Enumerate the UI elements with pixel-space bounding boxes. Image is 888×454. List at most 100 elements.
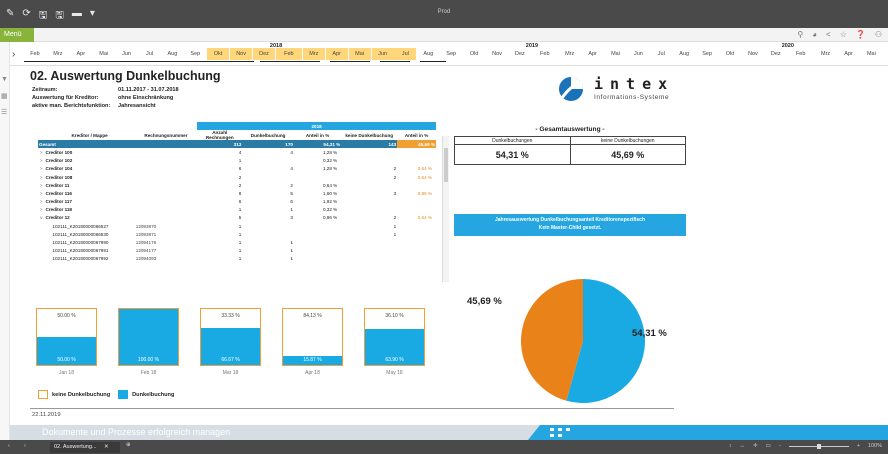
timeline-month[interactable]: Feb <box>788 48 814 60</box>
col-creditor[interactable]: Kreditor / Mappe <box>44 130 134 140</box>
timeline-month[interactable]: Apr <box>582 48 604 60</box>
fit-height-icon[interactable]: ↕ <box>729 443 732 449</box>
col-count[interactable]: Anzahl Rechnungen <box>197 130 242 140</box>
timeline-month[interactable]: Okt <box>207 48 230 60</box>
timeline-month[interactable]: Apr <box>838 48 860 60</box>
help-icon[interactable]: ❓ <box>856 30 866 39</box>
zoom-level[interactable]: 100% <box>868 443 882 449</box>
page-icon[interactable]: ▭ <box>766 443 771 449</box>
col-invoice-number[interactable]: Rechnungsnummer <box>135 130 197 140</box>
nav-right-icon[interactable]: › <box>24 443 26 449</box>
timeline-slicer[interactable]: › Feb Mrz Apr Mai Jun Jul Aug Sep Okt Nov Dez Feb Mr… <box>10 42 888 66</box>
menu-button[interactable]: Menü <box>0 28 34 42</box>
timeline-month[interactable]: Mrz <box>47 48 69 60</box>
timeline-month[interactable]: Sep <box>440 48 462 60</box>
star-icon[interactable]: ☆ <box>840 30 847 39</box>
scroll-thumb[interactable] <box>444 148 448 182</box>
timeline-month[interactable]: Sep <box>184 48 206 60</box>
timeline-month[interactable]: Jun <box>627 48 649 60</box>
timeline-year[interactable]: 2019 <box>526 43 538 49</box>
timeline-month[interactable]: Apr <box>70 48 92 60</box>
timeline-month[interactable]: Feb <box>275 48 302 60</box>
timeline-month[interactable]: Aug <box>673 48 695 60</box>
timeline-month[interactable]: Dez <box>253 48 275 60</box>
zoom-in-button[interactable]: + <box>857 443 860 449</box>
timeline-month[interactable]: Feb <box>24 48 46 60</box>
col-share-dark[interactable]: Anteil in % <box>294 130 341 140</box>
table-cell <box>397 148 436 156</box>
table-row[interactable]: > Creditor 117 6 6 1,92 % <box>38 198 436 206</box>
filter-icon[interactable]: ▼ <box>1 76 8 83</box>
table-scrollbar[interactable] <box>442 136 449 282</box>
timeline-month[interactable]: Mai <box>605 48 627 60</box>
timeline-month[interactable]: Sep <box>696 48 718 60</box>
user-icon[interactable]: ◕ <box>812 30 817 39</box>
timeline-month[interactable]: Mrz <box>559 48 581 60</box>
table-row[interactable]: > Creditor 11 2 2 0,64 % <box>38 181 436 189</box>
table-row[interactable]: > Creditor 118 1 1 0,32 % <box>38 206 436 214</box>
bar-feb-18[interactable]: 100.00 % Feb 18 <box>118 308 179 376</box>
timeline-month[interactable]: Dez <box>509 48 531 60</box>
table-row-total[interactable]: Gesamt 313 170 54,31 % 143 45,69 % <box>38 140 436 149</box>
table-row[interactable]: 102111_K20180000066530 12093871 1 1 <box>38 230 436 238</box>
bar-mar-18[interactable]: 33.33 % 66.67 % Mar 18 <box>200 308 261 376</box>
pie-chart <box>521 279 645 403</box>
table-row[interactable]: > Creditor 102 1 0,32 % <box>38 157 436 165</box>
timeline-left-arrow-icon[interactable]: › <box>12 49 15 60</box>
fit-width-icon[interactable]: ↔ <box>740 443 746 449</box>
bar-may-18[interactable]: 36.10 % 63.90 % May 18 <box>364 308 425 376</box>
timeline-month[interactable]: Okt <box>463 48 485 60</box>
account-icon[interactable]: ⚇ <box>875 30 882 39</box>
close-icon[interactable]: ✕ <box>104 444 109 450</box>
timeline-month[interactable]: Jul <box>394 48 417 60</box>
share-icon[interactable]: < <box>826 30 831 39</box>
timeline-year[interactable]: 2020 <box>782 43 794 49</box>
timeline-month[interactable]: Nov <box>486 48 508 60</box>
timeline-month[interactable]: Apr <box>325 48 348 60</box>
table-row[interactable]: 102111_K20180000066527 12093870 1 1 <box>38 222 436 230</box>
timeline-month[interactable]: Aug <box>417 48 439 60</box>
timeline-month[interactable]: Nov <box>230 48 253 60</box>
search-icon[interactable]: ⚲ <box>797 30 803 39</box>
add-sheet-icon[interactable]: ⊕ <box>126 442 131 448</box>
col-dark[interactable]: Dunkelbuchung <box>242 130 294 140</box>
timeline-month[interactable]: Jun <box>116 48 138 60</box>
table-row[interactable]: > Creditor 108 2 2 0,64 % <box>38 173 436 181</box>
timeline-month[interactable]: Mai <box>860 48 882 60</box>
zoom-out-button[interactable]: - <box>779 443 781 449</box>
table-cell: 4 <box>290 149 293 155</box>
hierarchy-icon[interactable]: ☰ <box>1 108 7 116</box>
timeline-month[interactable]: Jul <box>139 48 161 60</box>
col-share-no-dark[interactable]: Anteil in % <box>397 130 436 140</box>
bar-jan-18[interactable]: 50.00 % 50.00 % Jan 18 <box>36 308 97 376</box>
timeline-month[interactable]: Feb <box>532 48 558 60</box>
table-row[interactable]: v Creditor 12 5 3 0,96 % 2 0,64 % <box>38 214 436 222</box>
timeline-month[interactable]: Nov <box>742 48 764 60</box>
move-icon[interactable]: ✛ <box>753 443 758 449</box>
table-cell: 2 <box>238 182 242 188</box>
timeline-month[interactable]: Mai <box>348 48 371 60</box>
sheet-tab[interactable]: 02. Auswertung... ✕ <box>50 442 120 453</box>
timeline-year[interactable]: 2018 <box>270 43 282 49</box>
zoom-slider-thumb[interactable] <box>816 444 821 449</box>
table-row[interactable]: > Creditor 104 6 4 1,28 % 2 0,64 % <box>38 165 436 173</box>
timeline-month[interactable]: Jul <box>650 48 672 60</box>
col-no-dark[interactable]: keine Dunkelbuchung <box>341 130 397 140</box>
timeline-month[interactable]: Mrz <box>815 48 837 60</box>
timeline-month[interactable]: Okt <box>719 48 741 60</box>
bar-apr-18[interactable]: 84.13 % 15.87 % Apr 18 <box>282 308 343 376</box>
grid-icon[interactable]: ▦ <box>1 92 8 100</box>
meta-label: aktive man. Berichtsfunktion: <box>32 103 111 109</box>
timeline-month[interactable]: Mrz <box>302 48 325 60</box>
zoom-slider[interactable] <box>788 444 849 449</box>
timeline-month[interactable]: Jun <box>371 48 394 60</box>
table-row[interactable]: > Creditor 100 4 4 1,28 % <box>38 148 436 156</box>
table-row[interactable]: 102111_K20180000067891 12094177 1 1 <box>38 247 436 255</box>
table-row[interactable]: 102111_K20180000067892 12094093 1 1 <box>38 255 436 263</box>
timeline-month[interactable]: Dez <box>765 48 787 60</box>
timeline-month[interactable]: Mai <box>93 48 115 60</box>
table-row[interactable]: > Creditor 116 8 5 1,60 % 3 0,96 % <box>38 189 436 197</box>
nav-left-icon[interactable]: ‹ <box>8 443 10 449</box>
timeline-month[interactable]: Aug <box>161 48 183 60</box>
table-row[interactable]: 102111_K20180000067890 12094176 1 1 <box>38 238 436 246</box>
